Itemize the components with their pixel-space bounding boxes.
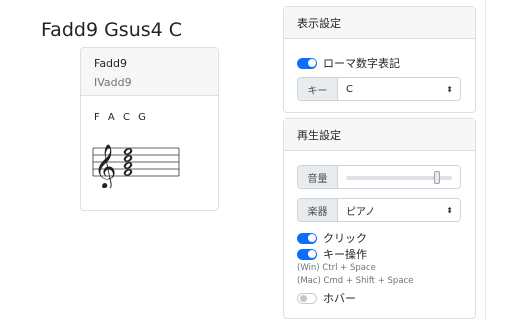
instrument-select-group[interactable]: 楽器 ピアノ ⬍ <box>297 198 461 222</box>
scrollbar-track[interactable] <box>485 0 486 320</box>
select-caret-icon: ⬍ <box>446 205 453 215</box>
hint-mac-shortcut: (Mac) Cmd + Shift + Space <box>297 276 414 286</box>
key-value: C <box>346 83 353 95</box>
music-staff: 𝄞 <box>92 144 180 188</box>
volume-thumb[interactable] <box>434 171 441 184</box>
display-settings-panel: 表示設定 ローマ数字表記 キー C ⬍ <box>283 6 476 113</box>
roman-numeral-label: ローマ数字表記 <box>323 57 400 70</box>
hover-switch[interactable] <box>297 292 317 304</box>
chord-notes: F A C G <box>94 112 149 123</box>
play-settings-title: 再生設定 <box>284 119 475 151</box>
select-caret-icon: ⬍ <box>446 84 453 94</box>
roman-numeral-toggle-row[interactable]: ローマ数字表記 <box>297 55 400 71</box>
chord-roman-numeral: IVadd9 <box>94 76 132 89</box>
instrument-label: 楽器 <box>298 199 338 221</box>
click-label: クリック <box>323 232 367 245</box>
key-operation-switch[interactable] <box>297 248 317 260</box>
chord-progression-title: Fadd9 Gsus4 C <box>41 19 183 41</box>
volume-label: 音量 <box>298 166 338 188</box>
click-switch[interactable] <box>297 232 317 244</box>
hover-label: ホバー <box>323 292 356 305</box>
key-operation-toggle-row[interactable]: キー操作 <box>297 246 367 262</box>
instrument-value: ピアノ <box>346 206 376 218</box>
chord-card[interactable]: Fadd9 IVadd9 F A C G 𝄞 <box>80 47 219 211</box>
instrument-select[interactable]: ピアノ ⬍ <box>338 199 460 221</box>
click-toggle-row[interactable]: クリック <box>297 230 367 246</box>
key-select[interactable]: C ⬍ <box>338 78 460 100</box>
volume-slider[interactable] <box>338 166 460 188</box>
play-settings-panel: 再生設定 音量 楽器 ピアノ ⬍ クリック キー操作 (Win) Ctrl + … <box>283 118 476 319</box>
key-operation-label: キー操作 <box>323 248 367 261</box>
hint-windows-shortcut: (Win) Ctrl + Space <box>297 263 376 273</box>
roman-numeral-switch[interactable] <box>297 57 317 69</box>
volume-group[interactable]: 音量 <box>297 165 461 189</box>
display-settings-title: 表示設定 <box>284 7 475 39</box>
key-label: キー <box>298 78 338 100</box>
chord-card-header: Fadd9 IVadd9 <box>81 48 218 96</box>
treble-clef-icon: 𝄞 <box>94 144 116 188</box>
key-select-group[interactable]: キー C ⬍ <box>297 77 461 101</box>
hover-toggle-row[interactable]: ホバー <box>297 290 356 306</box>
chord-name: Fadd9 <box>94 57 128 70</box>
